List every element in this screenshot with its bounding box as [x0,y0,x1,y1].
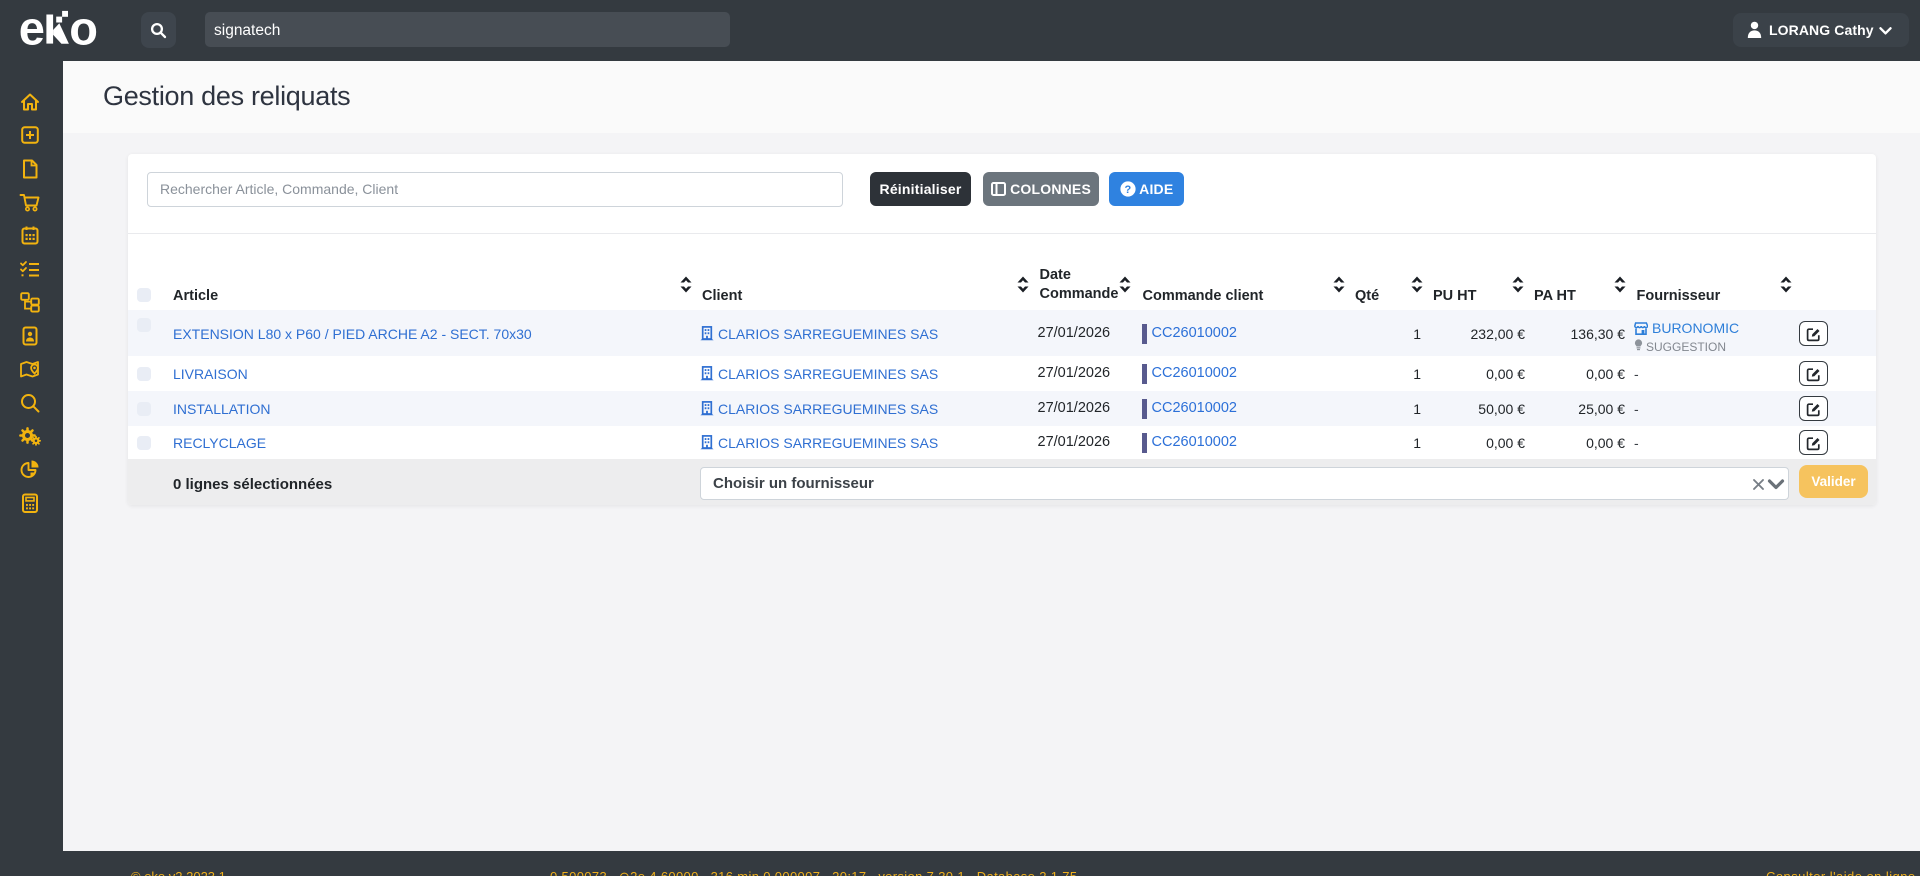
svg-text:e: e [19,2,45,50]
svg-text:?: ? [1124,184,1131,196]
svg-text:o: o [69,2,98,50]
